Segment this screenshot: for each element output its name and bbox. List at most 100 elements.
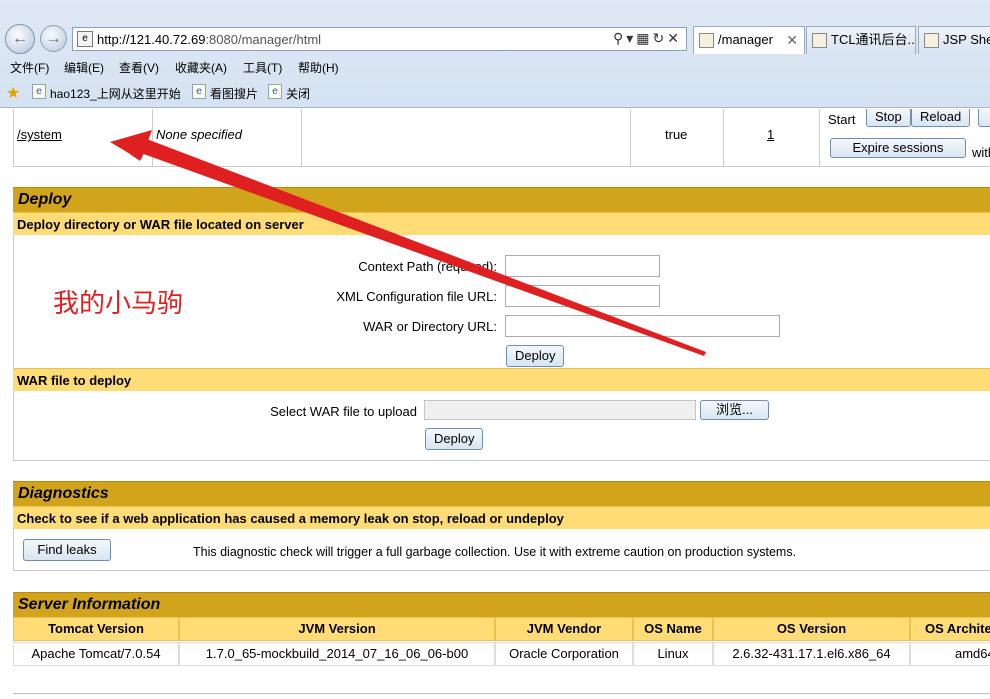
menu-help[interactable]: 帮助(H) xyxy=(298,59,339,76)
war-upload-subheader: WAR file to deploy xyxy=(13,368,990,391)
menu-edit[interactable]: 编辑(E) xyxy=(64,59,104,76)
refresh-icon[interactable]: ↻ xyxy=(653,30,668,46)
war-dir-label: WAR or Directory URL: xyxy=(363,319,497,334)
back-button[interactable]: ← xyxy=(5,24,35,54)
header-os-version: OS Version xyxy=(713,617,910,641)
browse-button[interactable]: 浏览... xyxy=(700,400,769,420)
header-os-architecture: OS Archite xyxy=(910,617,990,641)
diagnostics-title: Diagnostics xyxy=(18,485,109,502)
menu-favorites[interactable]: 收藏夹(A) xyxy=(175,59,227,76)
stop-button[interactable]: Stop xyxy=(866,109,911,127)
ie-page-icon: e xyxy=(32,84,46,99)
expire-sessions-button[interactable]: Expire sessions xyxy=(830,138,966,158)
war-upload-subtitle: WAR file to deploy xyxy=(17,373,132,388)
diagnostics-header: Diagnostics xyxy=(13,481,990,506)
tab-close-icon[interactable]: ✕ xyxy=(786,27,798,53)
app-path-cell: /system xyxy=(14,109,153,166)
tomcat-favicon-icon xyxy=(924,33,939,48)
war-dir-input[interactable] xyxy=(505,315,780,337)
application-row: /system None specified true 1 Start Stop… xyxy=(13,109,990,167)
diagnostics-subtitle: Check to see if a web application has ca… xyxy=(17,511,564,526)
app-display-name: None specified xyxy=(156,127,242,142)
start-label: Start xyxy=(828,112,856,127)
xml-config-input[interactable] xyxy=(505,285,660,307)
favorite-label: hao123_上网从这里开始 xyxy=(50,87,181,101)
tab-label: TCL通讯后台... xyxy=(831,32,916,47)
tab-tcl[interactable]: TCL通讯后台... xyxy=(806,26,916,54)
browser-chrome: ← → e http://121.40.72.69:8080/manager/h… xyxy=(0,0,990,108)
select-war-label: Select WAR file to upload xyxy=(270,404,417,419)
address-url[interactable]: http://121.40.72.69:8080/manager/html xyxy=(97,32,321,47)
value-jvm-vendor: Oracle Corporation xyxy=(495,642,633,666)
diagnostics-subheader: Check to see if a web application has ca… xyxy=(13,506,990,529)
header-jvm-vendor: JVM Vendor xyxy=(495,617,633,641)
value-os-architecture: amd64 xyxy=(910,642,990,666)
menu-tools[interactable]: 工具(T) xyxy=(243,59,282,76)
menu-file[interactable]: 文件(F) xyxy=(10,59,49,76)
with-label: with xyxy=(972,145,990,160)
deploy-war-button[interactable]: Deploy xyxy=(425,428,483,450)
deploy-server-button[interactable]: Deploy xyxy=(506,345,564,367)
app-sessions-link[interactable]: 1 xyxy=(767,127,774,142)
forward-button[interactable]: → xyxy=(40,25,67,52)
page-content: /system None specified true 1 Start Stop… xyxy=(0,109,990,699)
war-upload-form: Select WAR file to upload 浏览... Deploy xyxy=(13,391,990,461)
server-info-title: Server Information xyxy=(18,596,161,613)
page-icon: e xyxy=(77,31,93,47)
tab-manager[interactable]: /manager ✕ xyxy=(693,26,805,54)
favorites-bar: ★ e hao123_上网从这里开始 e 看图搜片 e 关闭 xyxy=(0,80,990,104)
page-divider xyxy=(13,693,990,694)
tab-label: /manager xyxy=(718,32,773,47)
app-empty-cell xyxy=(302,109,631,166)
diagnostics-body: Find leaks This diagnostic check will tr… xyxy=(13,529,990,571)
forward-arrow-icon: → xyxy=(45,30,62,47)
ie-page-icon: e xyxy=(192,84,206,99)
menu-view[interactable]: 查看(V) xyxy=(119,59,159,76)
value-os-name: Linux xyxy=(633,642,713,666)
search-icon[interactable]: ⚲ xyxy=(613,30,626,46)
stop-icon[interactable]: ✕ xyxy=(667,30,682,46)
menu-bar: 文件(F) 编辑(E) 查看(V) 收藏夹(A) 工具(T) 帮助(H) xyxy=(0,56,990,78)
undeploy-button[interactable] xyxy=(978,109,990,127)
url-path: :8080/manager/html xyxy=(205,32,322,47)
find-leaks-button[interactable]: Find leaks xyxy=(23,539,111,561)
back-arrow-icon: ← xyxy=(12,30,28,47)
tomcat-favicon-icon xyxy=(699,33,714,48)
app-path-link[interactable]: /system xyxy=(17,127,62,142)
tab-label: JSP Shel xyxy=(943,32,990,47)
favorite-image-search[interactable]: e 看图搜片 xyxy=(192,84,258,102)
value-os-version: 2.6.32-431.17.1.el6.x86_64 xyxy=(713,642,910,666)
tomcat-favicon-icon xyxy=(812,33,827,48)
deploy-server-subheader: Deploy directory or WAR file located on … xyxy=(13,212,990,235)
server-info-header: Server Information xyxy=(13,592,990,617)
compat-icon[interactable]: ▦ xyxy=(636,30,652,46)
favorite-hao123[interactable]: e hao123_上网从这里开始 xyxy=(32,84,181,102)
reload-button[interactable]: Reload xyxy=(911,109,971,127)
ie-page-icon: e xyxy=(268,84,282,99)
favorite-close[interactable]: e 关闭 xyxy=(268,84,310,102)
deploy-header: Deploy xyxy=(13,187,990,212)
header-os-name: OS Name xyxy=(633,617,713,641)
context-path-label: Context Path (required): xyxy=(358,259,497,274)
deploy-title: Deploy xyxy=(18,191,72,208)
address-tools: ⚲▾▦↻✕ xyxy=(613,30,682,47)
app-commands-cell: Start Stop Reload Expire sessions with xyxy=(820,109,990,166)
xml-config-label: XML Configuration file URL: xyxy=(336,289,497,304)
value-tomcat-version: Apache Tomcat/7.0.54 xyxy=(13,642,179,666)
header-tomcat-version: Tomcat Version xyxy=(13,617,179,641)
dropdown-icon[interactable]: ▾ xyxy=(626,30,636,46)
annotation-text: 我的小马驹 xyxy=(53,289,184,319)
address-bar[interactable]: e http://121.40.72.69:8080/manager/html … xyxy=(72,27,687,51)
favorites-star-icon[interactable]: ★ xyxy=(6,83,20,103)
tab-jsp-shell[interactable]: JSP Shel xyxy=(918,26,990,54)
value-jvm-version: 1.7.0_65-mockbuild_2014_07_16_06_06-b00 xyxy=(179,642,495,666)
context-path-input[interactable] xyxy=(505,255,660,277)
app-running: true xyxy=(665,127,688,142)
war-file-input[interactable] xyxy=(424,400,696,420)
header-jvm-version: JVM Version xyxy=(179,617,495,641)
app-running-cell: true xyxy=(631,109,724,166)
deploy-server-subtitle: Deploy directory or WAR file located on … xyxy=(17,217,304,232)
url-host: http://121.40.72.69 xyxy=(97,32,206,47)
diagnostics-description: This diagnostic check will trigger a ful… xyxy=(193,545,797,559)
app-sessions-cell: 1 xyxy=(724,109,820,166)
